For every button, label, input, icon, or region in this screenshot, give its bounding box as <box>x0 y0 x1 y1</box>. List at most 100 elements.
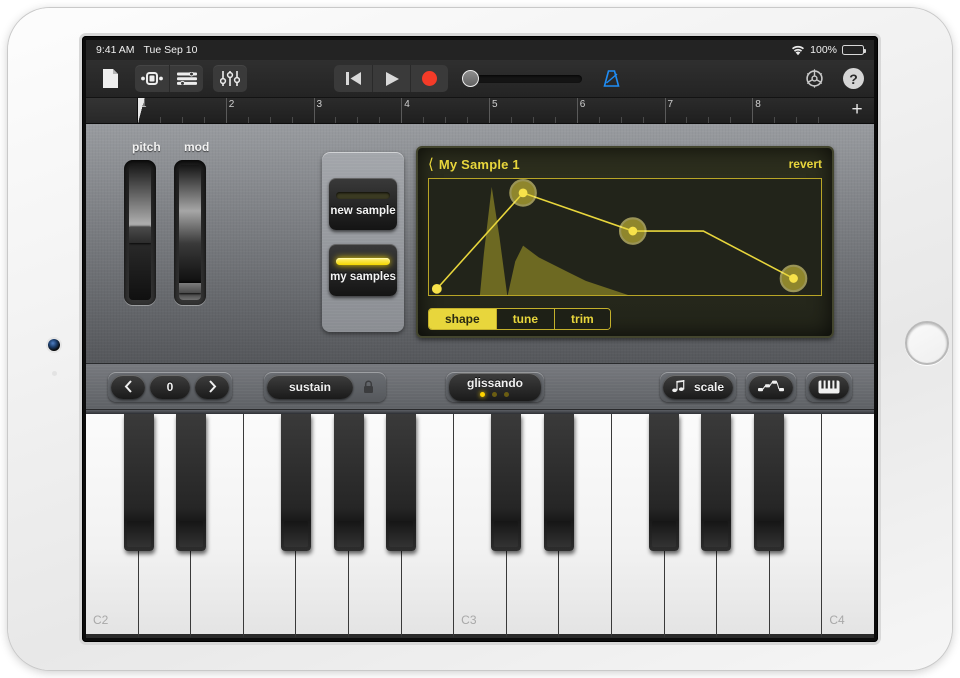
metronome-button[interactable] <box>596 65 626 92</box>
black-key-C#2[interactable] <box>123 414 154 551</box>
tab-shape[interactable]: shape <box>429 309 496 329</box>
sustain-lock-button[interactable] <box>353 372 383 402</box>
chevron-left-icon[interactable]: ⟨ <box>428 155 434 173</box>
my-samples-button[interactable]: my samples <box>329 244 397 296</box>
envelope-handle-release[interactable] <box>789 274 798 283</box>
envelope-svg <box>431 179 808 294</box>
tab-tune[interactable]: tune <box>495 309 555 329</box>
octave-up-button[interactable] <box>195 374 229 399</box>
my-songs-button[interactable] <box>95 65 125 92</box>
status-time: 9:41 AM <box>96 44 135 56</box>
playhead[interactable] <box>138 98 146 123</box>
envelope-handle-start[interactable] <box>431 283 442 294</box>
ruler-subtick <box>247 117 249 123</box>
pitch-wheel-thumb[interactable] <box>129 227 151 243</box>
bar-number: 4 <box>404 99 410 110</box>
black-key-F#2[interactable] <box>281 414 312 551</box>
home-button[interactable] <box>905 321 949 365</box>
keyboard-layout-group <box>806 371 852 402</box>
add-section-button[interactable]: + <box>848 100 866 119</box>
glissando-inner: glissando <box>467 376 523 397</box>
arpeggiator-group <box>746 371 796 402</box>
bar-line <box>401 98 403 123</box>
glissando-button[interactable]: glissando <box>449 372 541 401</box>
mod-wheel[interactable] <box>174 160 206 305</box>
bar-line <box>225 98 227 123</box>
timeline-ruler[interactable]: 12345678 + <box>86 98 874 124</box>
sustain-button[interactable]: sustain <box>267 374 353 399</box>
black-key-D#2[interactable] <box>176 414 207 551</box>
black-key-D#3[interactable] <box>543 414 574 551</box>
play-button[interactable] <box>372 65 410 92</box>
arpeggiator-icon <box>758 380 784 392</box>
ruler-subtick <box>423 117 425 123</box>
sample-name-label: My Sample 1 <box>438 156 520 172</box>
tracks-view-button[interactable] <box>135 65 169 92</box>
revert-button[interactable]: revert <box>789 157 822 171</box>
arpeggiator-button[interactable] <box>749 374 793 399</box>
tracks-view-icon <box>141 72 163 85</box>
status-date: Tue Sep 10 <box>143 44 198 56</box>
master-volume-slider[interactable] <box>462 70 582 87</box>
pitch-wheel[interactable] <box>124 160 156 305</box>
scale-label: scale <box>693 379 724 394</box>
white-key-C4[interactable]: C4 <box>822 414 874 638</box>
status-bar: 9:41 AM Tue Sep 10 100% <box>86 40 874 60</box>
volume-knob[interactable] <box>462 70 479 87</box>
ruler-subtick <box>181 117 183 123</box>
record-button[interactable] <box>410 65 448 92</box>
display-header: ⟨ My Sample 1 revert <box>428 154 822 174</box>
black-key-G#2[interactable] <box>333 414 364 551</box>
mod-wheel-label: mod <box>184 140 210 154</box>
rewind-button[interactable] <box>334 65 372 92</box>
ruler-subtick <box>796 117 798 123</box>
keyboard-layout-button[interactable] <box>809 374 849 399</box>
glissando-dot-2[interactable] <box>492 392 498 397</box>
bar-number: 7 <box>667 99 674 110</box>
toolbar-right-group: ? <box>799 65 864 92</box>
settings-button[interactable] <box>799 65 829 92</box>
track-controls-button[interactable] <box>169 65 203 92</box>
ruler-subtick <box>642 117 644 123</box>
status-bar-right: 100% <box>791 44 866 56</box>
ruler-subtick <box>818 117 820 123</box>
envelope-handle-attack[interactable] <box>518 188 528 198</box>
black-key-A#2[interactable] <box>386 414 417 551</box>
scale-button[interactable]: scale <box>662 374 733 399</box>
octave-value: 0 <box>150 374 190 399</box>
chevron-left-icon <box>124 380 132 393</box>
sampler-panel: pitch mod new sample my samples ⟨ My Sam… <box>86 124 874 364</box>
envelope-handle-sustain[interactable] <box>628 226 638 236</box>
black-key-C#3[interactable] <box>491 414 522 551</box>
new-sample-button[interactable]: new sample <box>329 178 397 230</box>
keyboard-icon <box>818 380 840 393</box>
sampler-display: ⟨ My Sample 1 revert shape tune trim <box>416 146 834 338</box>
bar-number: 5 <box>492 99 498 110</box>
mod-wheel-thumb[interactable] <box>179 283 201 293</box>
record-icon <box>422 71 437 86</box>
mixer-button[interactable] <box>213 65 247 92</box>
display-tab-group: shape tune trim <box>428 308 611 330</box>
black-key-F#3[interactable] <box>648 414 679 551</box>
key-label-C4: C4 <box>829 613 845 627</box>
ipad-device-frame: 9:41 AM Tue Sep 10 100% ? 2 3 4 5 6 7 8 … <box>8 8 952 670</box>
glissando-dot-1[interactable] <box>480 392 486 397</box>
toolbar-left-group <box>95 65 247 92</box>
black-key-G#3[interactable] <box>701 414 732 551</box>
metronome-icon <box>602 70 620 87</box>
ruler-subtick <box>269 117 271 123</box>
battery-percent-label: 100% <box>810 44 837 56</box>
tab-trim[interactable]: trim <box>554 309 610 329</box>
waveform-envelope-chart[interactable] <box>428 178 822 296</box>
ruler-subtick <box>730 117 732 123</box>
ruler-subtick <box>203 117 205 123</box>
black-key-A#3[interactable] <box>753 414 784 551</box>
octave-down-button[interactable] <box>111 374 145 399</box>
my-samples-label: my samples <box>330 270 396 283</box>
ruler-left-pad <box>86 98 138 123</box>
glissando-dot-3[interactable] <box>504 392 510 397</box>
bar-line <box>489 98 490 123</box>
help-button[interactable]: ? <box>843 68 864 89</box>
document-icon <box>102 69 118 88</box>
glissando-mode-dots <box>480 392 510 397</box>
